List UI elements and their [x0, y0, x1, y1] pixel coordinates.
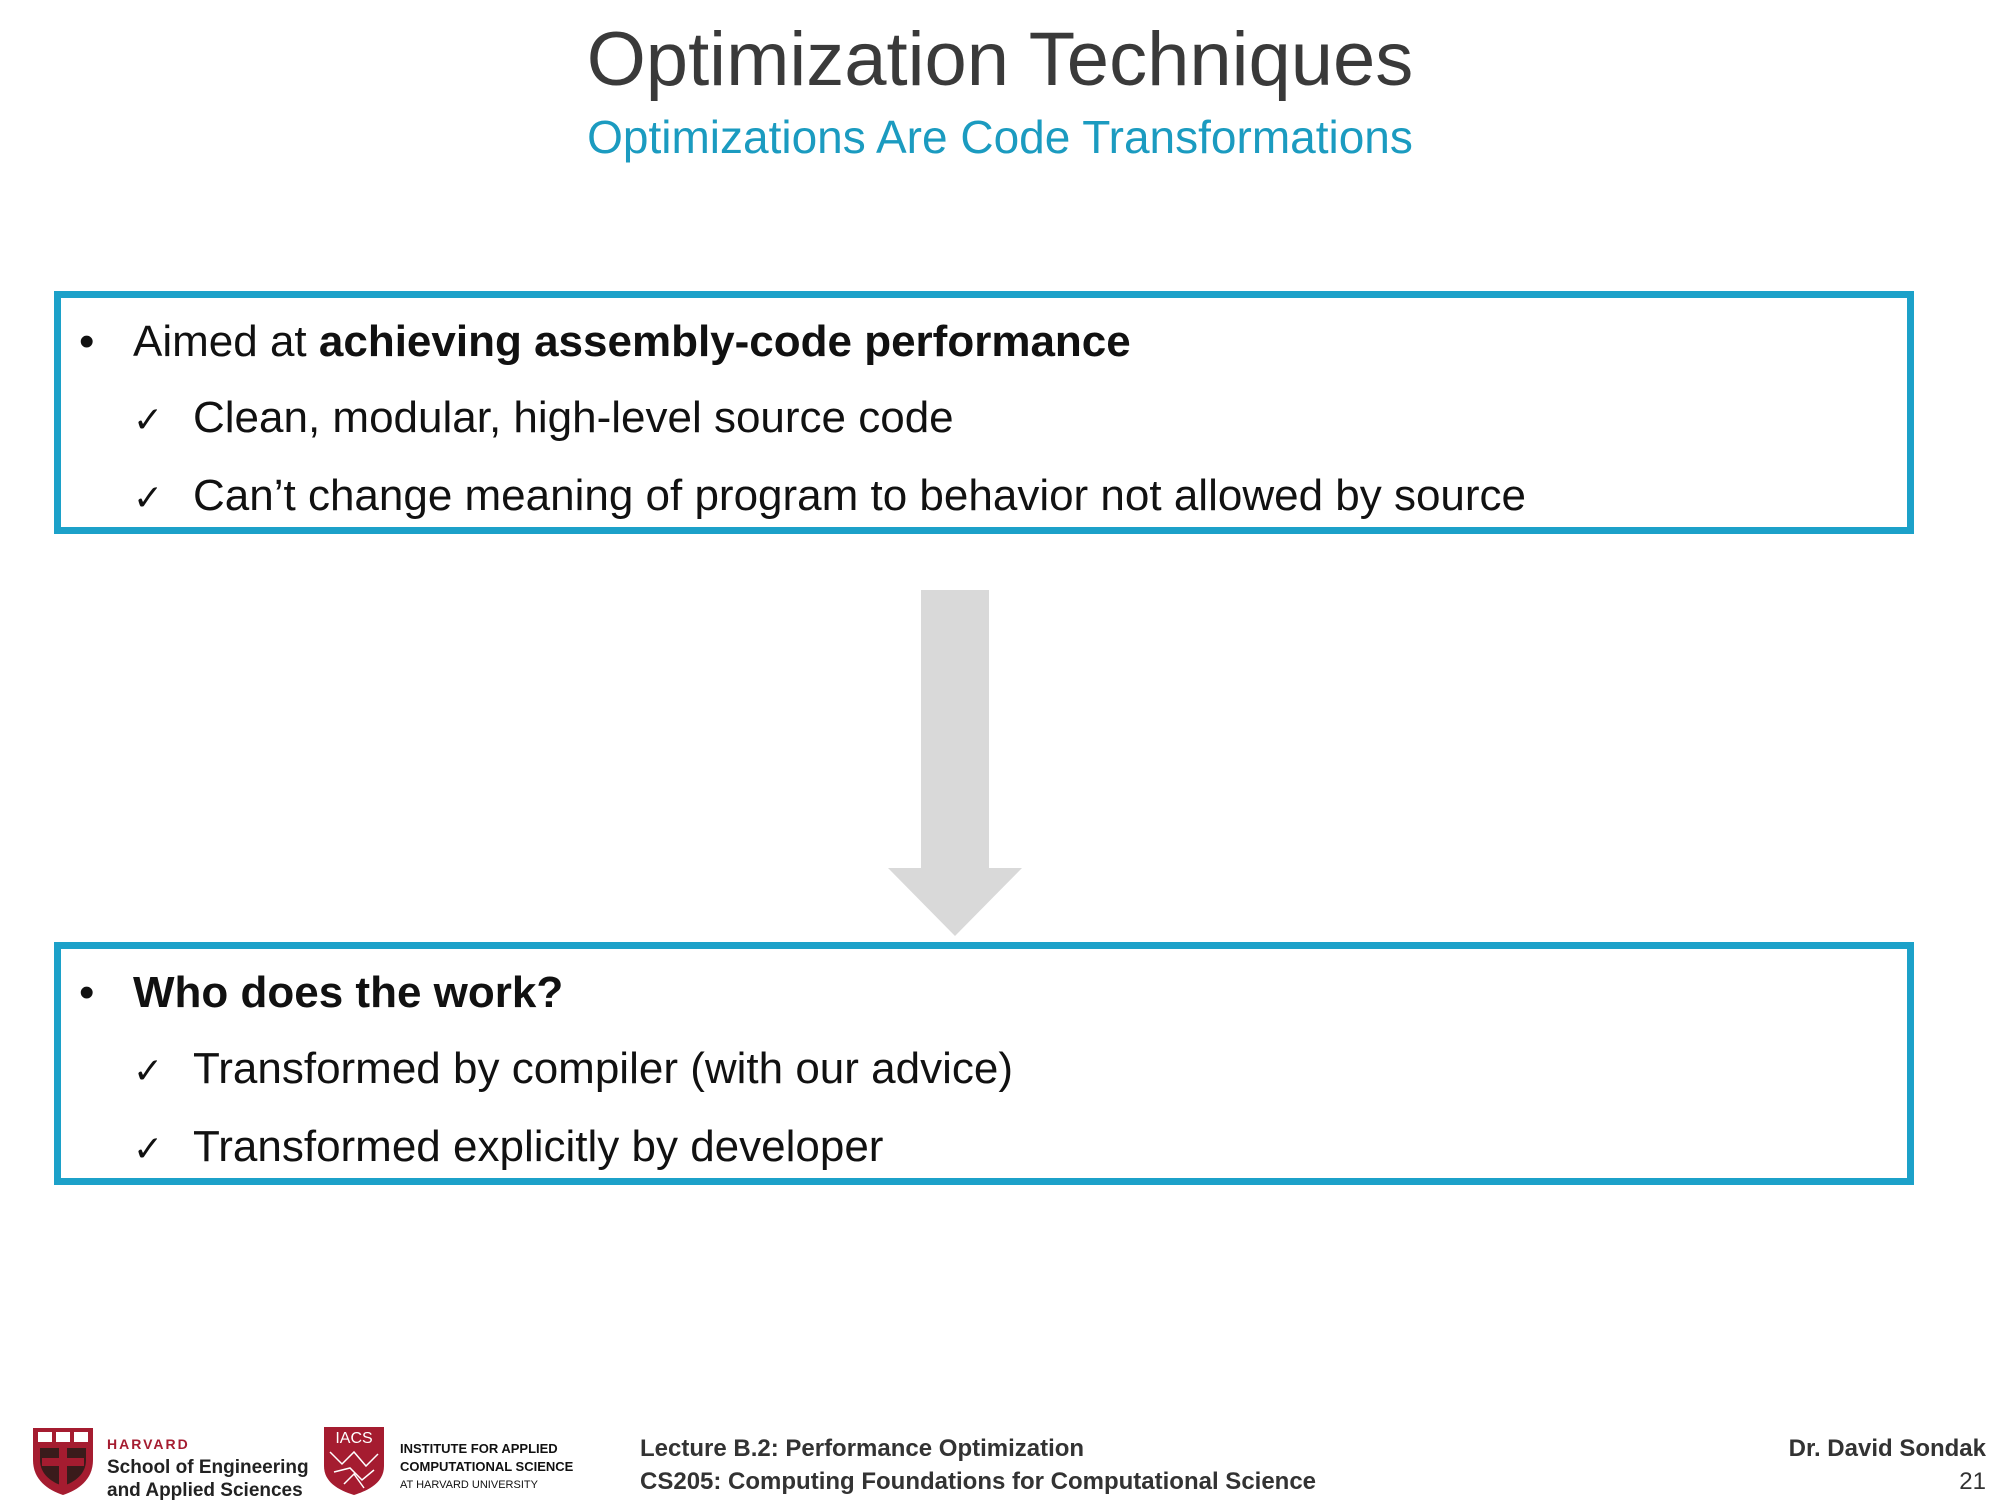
who-check-item: ✓ Transformed by compiler (with our advic…	[133, 1041, 1013, 1100]
who-check-item: ✓ Transformed explicitly by developer	[133, 1119, 883, 1178]
who-bullet: • Who does the work?	[79, 965, 563, 1021]
goal-box: • Aimed at achieving assembly-code perfor…	[54, 291, 1914, 534]
bullet-symbol: •	[79, 968, 95, 1017]
author-name: Dr. David Sondak	[1788, 1435, 1986, 1462]
lecture-title: Lecture B.2: Performance Optimization	[640, 1435, 1085, 1462]
course-title: CS205: Computing Foundations for Computa…	[640, 1468, 1317, 1495]
who-bullet-bold: Who does the work?	[133, 968, 564, 1017]
iacs-logo-line2: COMPUTATIONAL SCIENCE	[400, 1459, 574, 1474]
seas-logo-line1: HARVARD	[107, 1436, 190, 1452]
page-number: 21	[1959, 1468, 1986, 1495]
who-check-text: Transformed explicitly by developer	[193, 1122, 884, 1171]
check-icon: ✓	[133, 1129, 164, 1170]
goal-check-item: ✓ Clean, modular, high-level source code	[133, 390, 954, 449]
lecture-info: Lecture B.2: Performance Optimization CS…	[640, 1432, 1316, 1498]
check-icon: ✓	[133, 1051, 164, 1092]
goal-check-item: ✓ Can’t change meaning of program to beha…	[133, 468, 1526, 527]
goal-bullet: • Aimed at achieving assembly-code perfor…	[79, 314, 1131, 370]
seas-logo-text: HARVARD School of Engineering and Applie…	[107, 1432, 309, 1502]
iacs-logo-text: INSTITUTE FOR APPLIED COMPUTATIONAL SCIE…	[400, 1440, 573, 1494]
iacs-logo-line3: AT HARVARD UNIVERSITY	[400, 1479, 538, 1491]
author-info: Dr. David Sondak 21	[1789, 1432, 1986, 1498]
who-check-text: Transformed by compiler (with our advice…	[193, 1044, 1013, 1093]
iacs-logo-line1: INSTITUTE FOR APPLIED	[400, 1441, 558, 1456]
down-arrow-icon	[888, 590, 1022, 936]
check-icon: ✓	[133, 400, 164, 441]
who-box: • Who does the work? ✓ Transformed by comp…	[54, 942, 1914, 1185]
goal-bullet-bold: achieving assembly-code performance	[318, 317, 1131, 366]
harvard-shield-icon	[33, 1428, 93, 1495]
goal-bullet-prefix: Aimed at	[133, 317, 319, 366]
slide-title: Optimization Techniques	[586, 17, 1414, 102]
goal-check-text: Can’t change meaning of program to behav…	[193, 471, 1527, 520]
check-icon: ✓	[133, 478, 164, 519]
seas-logo-line3: and Applied Sciences	[107, 1480, 303, 1501]
iacs-logo-icon: IACS	[324, 1427, 384, 1495]
slide-footer: HARVARD School of Engineering and Applie…	[0, 1426, 2000, 1502]
bullet-symbol: •	[79, 317, 95, 366]
iacs-badge-text: IACS	[335, 1430, 372, 1447]
seas-logo-line2: School of Engineering	[107, 1457, 309, 1478]
goal-check-text: Clean, modular, high-level source code	[193, 393, 954, 442]
slide-subtitle: Optimizations Are Code Transformations	[587, 111, 1413, 163]
